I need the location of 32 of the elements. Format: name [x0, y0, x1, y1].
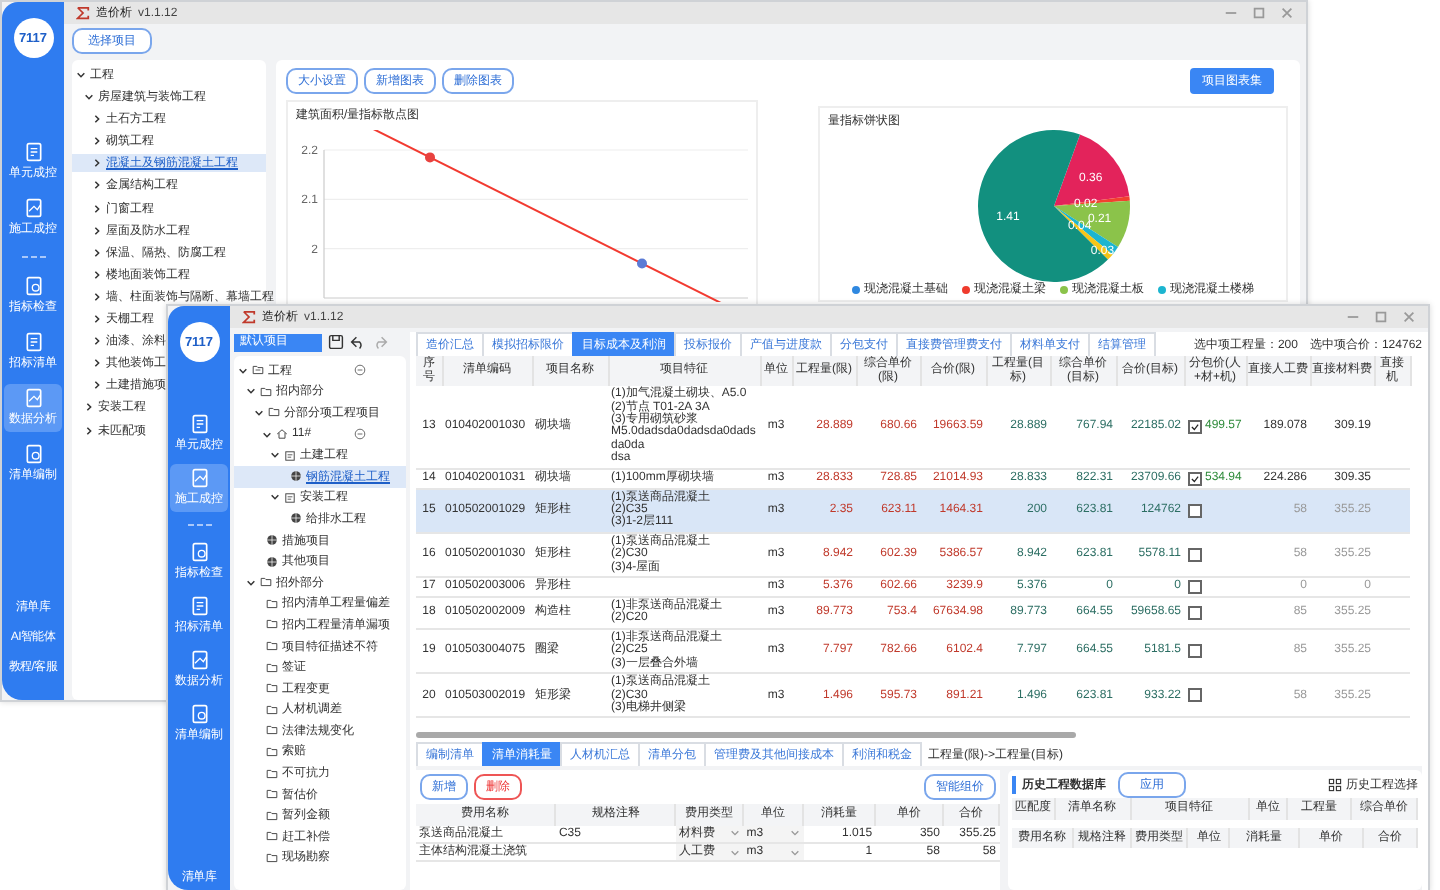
chevron-icon	[246, 577, 256, 588]
globe-icon	[266, 555, 278, 568]
checkbox[interactable]	[1187, 643, 1201, 658]
folder-icon	[252, 364, 264, 377]
chart-icon	[23, 388, 43, 408]
document-icon	[284, 491, 296, 504]
globe-icon	[266, 534, 278, 547]
collapse-icon[interactable]	[354, 428, 366, 441]
chevron-icon	[84, 425, 94, 435]
checkbox[interactable]	[1187, 605, 1201, 620]
undo-icon[interactable]	[350, 334, 366, 350]
globe-icon	[290, 470, 302, 483]
scrollbar[interactable]	[416, 732, 1076, 738]
collapse-icon[interactable]	[354, 364, 366, 377]
chevron-icon	[76, 70, 86, 80]
grid-icon	[1328, 778, 1342, 792]
checkbox[interactable]	[1187, 419, 1201, 434]
globe-icon	[290, 512, 302, 525]
app-logo-icon	[76, 6, 90, 20]
house-icon	[276, 428, 288, 441]
search-doc-icon	[189, 704, 209, 724]
checkbox[interactable]	[1187, 688, 1201, 703]
search-doc-icon	[23, 444, 43, 464]
checkbox[interactable]	[1187, 547, 1201, 562]
checkbox[interactable]	[1187, 471, 1201, 486]
checkbox[interactable]	[1187, 503, 1201, 518]
document-icon	[284, 449, 296, 462]
save-icon[interactable]	[328, 334, 344, 350]
checkbox[interactable]	[1187, 580, 1201, 595]
chart-icon	[189, 650, 209, 670]
chevron-icon	[270, 492, 280, 503]
app-logo-icon	[242, 310, 256, 324]
